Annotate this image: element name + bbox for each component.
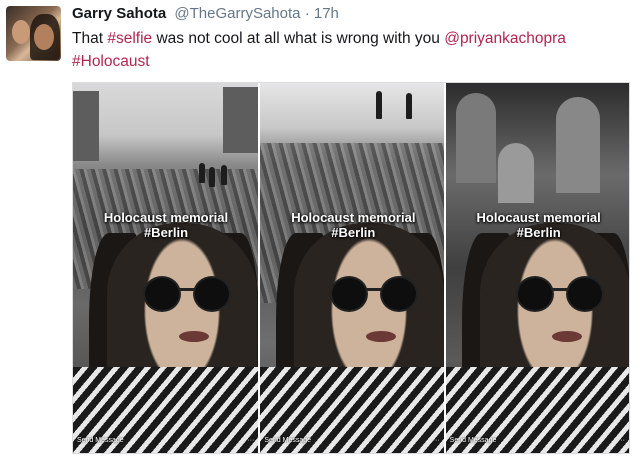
tweet-text-segment: was not cool at all what is wrong with y… <box>152 30 445 47</box>
caption-line: Holocaust memorial <box>103 210 229 225</box>
more-icon[interactable]: ··· <box>618 437 625 449</box>
tweet[interactable]: Garry Sahota @TheGarrySahota · 17h That … <box>0 0 640 461</box>
timestamp[interactable]: 17h <box>314 5 339 22</box>
standing-figure <box>406 93 413 119</box>
panel-caption: Holocaust memorial #Berlin <box>446 210 629 240</box>
avatar-face <box>12 20 30 44</box>
media-panel[interactable]: Holocaust memorial #Berlin Send Message … <box>73 83 259 453</box>
send-message-label[interactable]: Send Message <box>77 437 124 449</box>
panel-footer: Send Message ··· <box>77 437 254 449</box>
person-silhouette <box>555 97 600 193</box>
hashtag-link[interactable]: #selfie <box>107 30 152 47</box>
caption-line: Holocaust memorial <box>476 210 601 225</box>
caption-hashtag: #Berlin <box>143 225 189 240</box>
caption-hashtag: #Berlin <box>516 225 561 240</box>
standing-figure <box>209 167 215 187</box>
sunglasses <box>330 276 420 312</box>
building <box>73 91 99 161</box>
sunglasses <box>515 276 606 312</box>
panel-footer: Send Message ··· <box>450 437 625 449</box>
caption-hashtag: #Berlin <box>331 225 376 240</box>
lips <box>179 331 209 342</box>
user-handle[interactable]: @TheGarrySahota <box>174 5 300 22</box>
person-silhouette <box>455 93 496 183</box>
standing-figure <box>199 163 205 183</box>
display-name[interactable]: Garry Sahota <box>72 5 166 22</box>
send-message-label[interactable]: Send Message <box>450 437 497 449</box>
tweet-header: Garry Sahota @TheGarrySahota · 17h <box>72 4 339 24</box>
hashtag-link[interactable]: #Holocaust <box>72 53 150 70</box>
tweet-text-segment: That <box>72 30 108 47</box>
tweet-text: That #selfie was not cool at all what is… <box>72 27 632 73</box>
media-grid[interactable]: Holocaust memorial #Berlin Send Message … <box>72 82 630 454</box>
panel-caption: Holocaust memorial #Berlin <box>260 210 443 240</box>
more-icon[interactable]: ··· <box>247 437 254 449</box>
separator: · <box>304 5 310 22</box>
standing-figure <box>221 165 227 185</box>
person-silhouette <box>497 143 534 203</box>
more-icon[interactable]: ··· <box>433 437 440 449</box>
send-message-label[interactable]: Send Message <box>264 437 311 449</box>
mention-link[interactable]: @priyankachopra <box>444 30 566 47</box>
sunglasses <box>143 276 233 312</box>
building <box>223 87 259 153</box>
media-panel[interactable]: Holocaust memorial #Berlin Send Message … <box>443 83 629 453</box>
media-panel[interactable]: Holocaust memorial #Berlin Send Message … <box>258 83 444 453</box>
lips <box>551 331 582 342</box>
avatar[interactable] <box>6 6 61 61</box>
panel-footer: Send Message ··· <box>264 437 439 449</box>
caption-line: Holocaust memorial <box>291 210 416 225</box>
avatar-face <box>34 24 54 50</box>
panel-caption: Holocaust memorial #Berlin <box>73 210 258 240</box>
standing-figure <box>376 91 383 119</box>
